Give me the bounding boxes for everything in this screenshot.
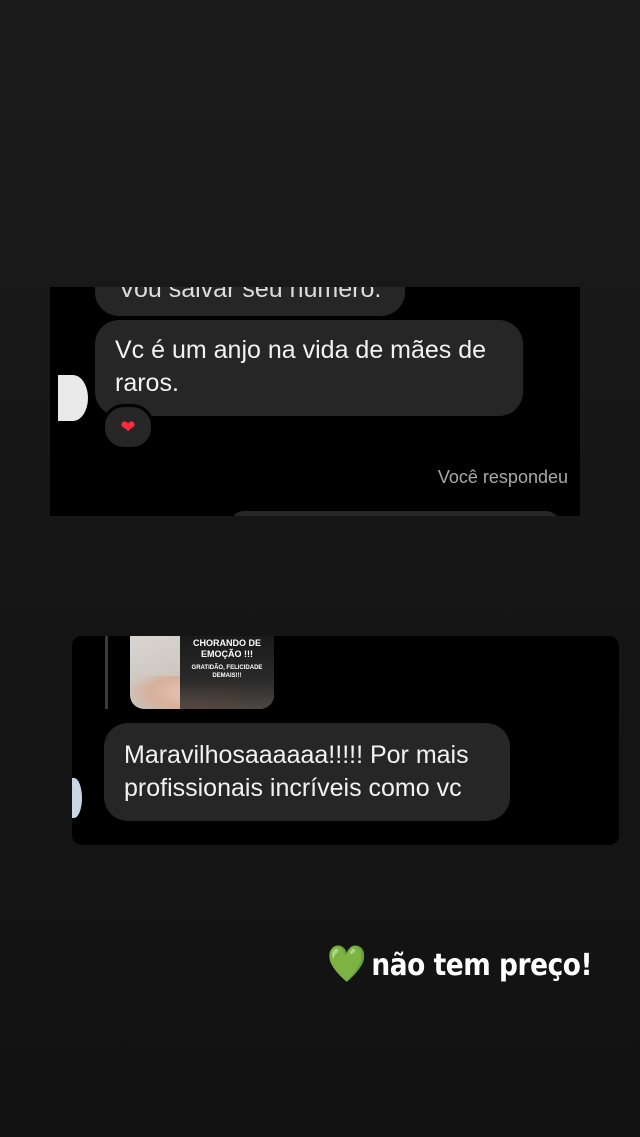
message-text: Maravilhosaaaaaa!!!!! Por mais profissio…	[124, 741, 469, 802]
screenshot-chat-top: Vou salvar seu número. Vc é um anjo na v…	[50, 287, 580, 516]
screenshot-chat-bottom: CHORANDO DE EMOÇÃO !!! GRATIDÃO, FELICID…	[72, 636, 619, 845]
thumbnail-subtext: GRATIDÃO, FELICIDADE DEMAIS!!!	[191, 665, 263, 679]
avatar	[72, 778, 82, 818]
reply-indicator	[105, 636, 108, 709]
thumbnail-headline: CHORANDO DE EMOÇÃO !!!	[192, 638, 261, 659]
story-caption: 💚 não tem preço!	[327, 947, 592, 983]
message-bubble-cut	[230, 511, 560, 516]
avatar	[58, 375, 88, 421]
reply-status: Você respondeu	[437, 467, 568, 487]
message-text: Vc é um anjo na vida de mães de raros.	[115, 336, 487, 397]
message-bubble[interactable]: Maravilhosaaaaaa!!!!! Por mais profissio…	[104, 723, 510, 821]
message-bubble-cut: Vou salvar seu número.	[95, 287, 405, 316]
green-heart-icon: 💚	[327, 944, 367, 985]
caption-text: não tem preço!	[371, 947, 592, 983]
red-heart-icon: ❤	[120, 416, 136, 437]
message-text: Vou salvar seu número.	[118, 287, 382, 303]
message-bubble[interactable]: Vc é um anjo na vida de mães de raros.	[95, 320, 523, 416]
story-thumbnail[interactable]: CHORANDO DE EMOÇÃO !!! GRATIDÃO, FELICID…	[130, 636, 274, 709]
heart-reaction-icon[interactable]: ❤	[102, 404, 154, 450]
